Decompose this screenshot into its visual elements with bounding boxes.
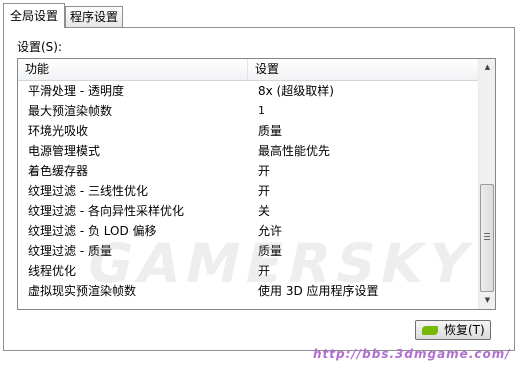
tab-global-settings[interactable]: 全局设置	[3, 3, 65, 28]
setting-value[interactable]: 使用 3D 应用程序设置	[258, 281, 379, 301]
feature-name: 着色缓存器	[28, 164, 89, 178]
settings-list[interactable]: 功能 设置 平滑处理 - 透明度 8x (超级取样) 最大预渲染帧数 1 环境光…	[17, 58, 496, 310]
setting-value[interactable]: 质量	[258, 121, 282, 141]
setting-value[interactable]: 开	[258, 161, 270, 181]
column-header-feature[interactable]: 功能	[18, 59, 248, 80]
feature-name: 最大预渲染帧数	[28, 104, 113, 118]
settings-row[interactable]: 最大预渲染帧数 1	[18, 101, 478, 121]
settings-panel: 设置(S): 功能 设置 平滑处理 - 透明度 8x (超级取样) 最大预渲染帧…	[3, 27, 515, 351]
nvidia-icon	[422, 326, 438, 335]
setting-value[interactable]: 1	[258, 101, 265, 121]
scroll-down-arrow-icon[interactable]: ▼	[479, 292, 495, 309]
settings-row[interactable]: 平滑处理 - 透明度 8x (超级取样)	[18, 81, 478, 101]
feature-name: 纹理过滤 - 负 LOD 偏移	[28, 224, 157, 238]
settings-row[interactable]: 电源管理模式 最高性能优先	[18, 141, 478, 161]
setting-value[interactable]: 8x (超级取样)	[258, 81, 334, 101]
settings-row[interactable]: 线程优化 开	[18, 261, 478, 281]
feature-name: 平滑处理 - 透明度	[28, 84, 124, 98]
setting-value[interactable]: 开	[258, 181, 270, 201]
setting-value[interactable]: 质量	[258, 241, 282, 261]
setting-value[interactable]: 开	[258, 261, 270, 281]
setting-value[interactable]: 关	[258, 201, 270, 221]
scroll-up-arrow-icon[interactable]: ▲	[479, 59, 495, 76]
settings-row[interactable]: 纹理过滤 - 负 LOD 偏移 允许	[18, 221, 478, 241]
feature-name: 纹理过滤 - 质量	[28, 244, 112, 258]
settings-row[interactable]: 纹理过滤 - 各向异性采样优化 关	[18, 201, 478, 221]
settings-row[interactable]: 虚拟现实预渲染帧数 使用 3D 应用程序设置	[18, 281, 478, 301]
settings-row[interactable]: 环境光吸收 质量	[18, 121, 478, 141]
setting-value[interactable]: 最高性能优先	[258, 141, 330, 161]
restore-button-label: 恢复(T)	[444, 323, 485, 337]
settings-row[interactable]: 着色缓存器 开	[18, 161, 478, 181]
watermark-url: http://bbs.3dmgame.com/	[313, 347, 511, 361]
feature-name: 纹理过滤 - 三线性优化	[28, 184, 148, 198]
scrollbar-grip-icon	[484, 233, 490, 241]
settings-row[interactable]: 纹理过滤 - 三线性优化 开	[18, 181, 478, 201]
list-header: 功能 设置	[18, 59, 478, 81]
settings-rows: 平滑处理 - 透明度 8x (超级取样) 最大预渲染帧数 1 环境光吸收 质量 …	[18, 81, 478, 301]
settings-row[interactable]: 纹理过滤 - 质量 质量	[18, 241, 478, 261]
scrollbar-thumb[interactable]	[480, 184, 494, 292]
tab-program-settings[interactable]: 程序设置	[65, 6, 123, 27]
feature-name: 纹理过滤 - 各向异性采样优化	[28, 204, 184, 218]
vertical-scrollbar[interactable]: ▲ ▼	[478, 59, 495, 309]
feature-name: 环境光吸收	[28, 124, 89, 138]
restore-button[interactable]: 恢复(T)	[415, 320, 491, 340]
feature-name: 线程优化	[28, 264, 77, 278]
settings-label: 设置(S):	[17, 40, 63, 54]
feature-name: 虚拟现实预渲染帧数	[28, 284, 137, 298]
tab-strip: 全局设置 程序设置	[0, 0, 519, 28]
feature-name: 电源管理模式	[28, 144, 101, 158]
setting-value[interactable]: 允许	[258, 221, 282, 241]
column-header-setting[interactable]: 设置	[248, 59, 478, 80]
